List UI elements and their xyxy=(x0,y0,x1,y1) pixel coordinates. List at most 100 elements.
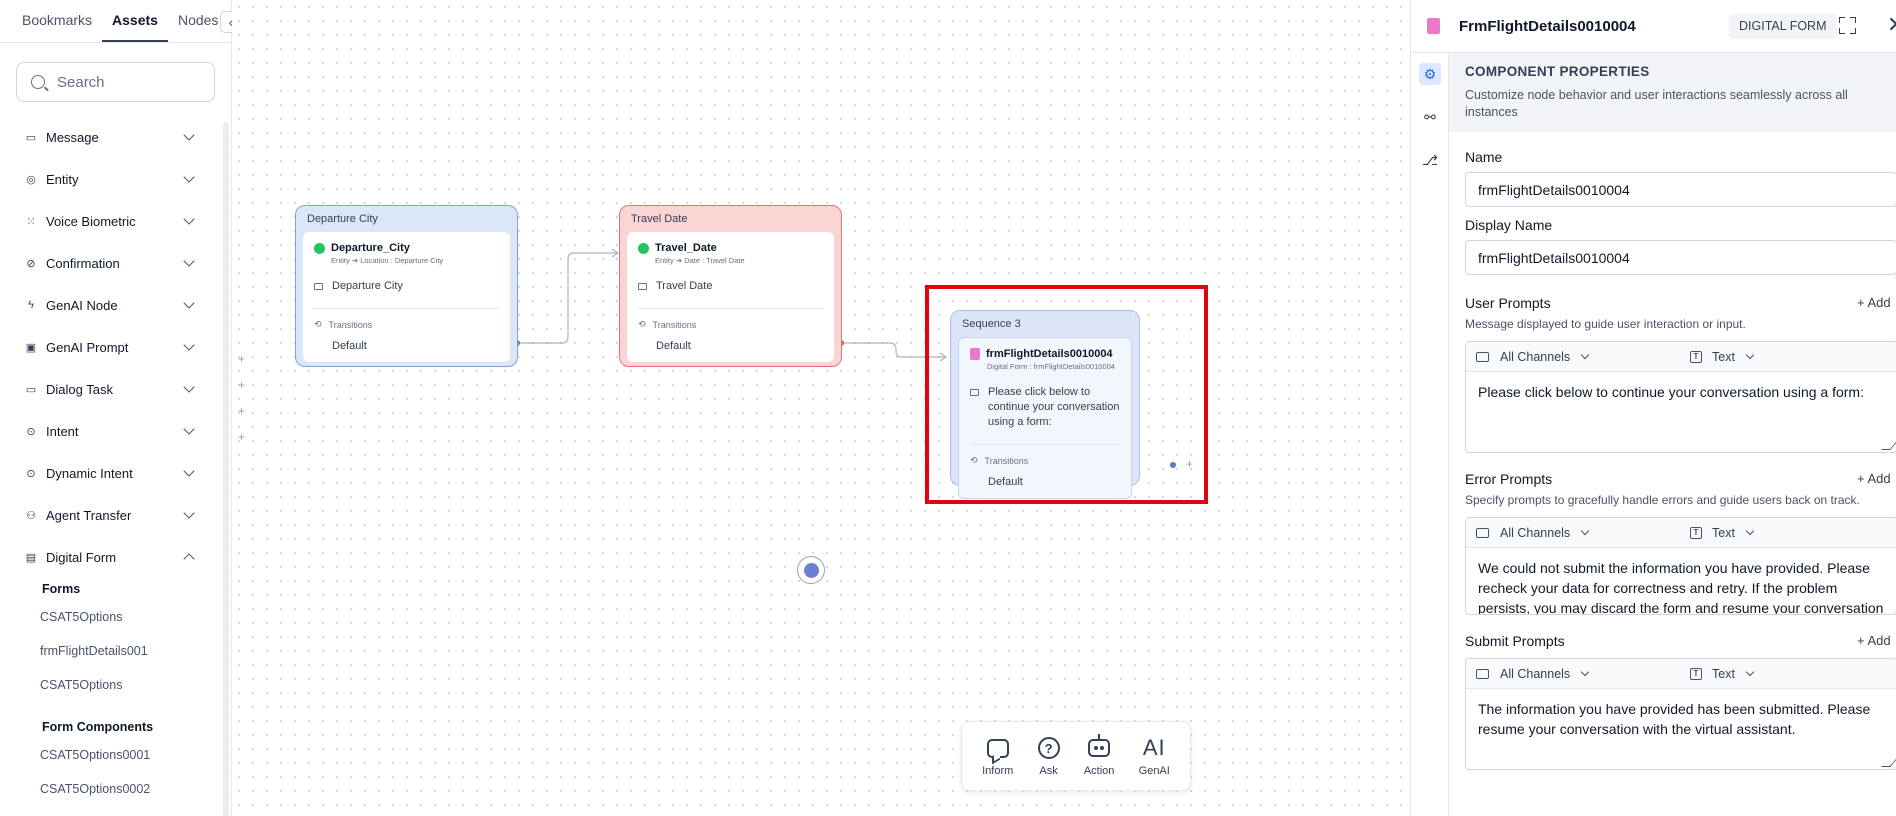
type-select[interactable]: T Text xyxy=(1690,349,1755,364)
toolbar-ask-button[interactable]: ? Ask xyxy=(1037,735,1060,777)
chevron-down-icon xyxy=(183,255,195,267)
submit-prompt-textarea[interactable]: The information you have provided has be… xyxy=(1466,689,1896,769)
genai-prompt-icon: ▣ xyxy=(25,341,37,354)
text-type-icon: T xyxy=(1690,526,1702,539)
node-travel-date[interactable]: Travel Date Travel_Date Entity ➔ Date : … xyxy=(619,205,842,367)
node-connectors xyxy=(514,248,1176,468)
toolbar-inform-button[interactable]: Inform xyxy=(982,735,1013,777)
sidebar-scrollbar[interactable] xyxy=(223,122,229,816)
node-title-text: Travel_Date xyxy=(655,242,717,254)
form-component-item[interactable]: CSAT5Options0001 xyxy=(0,738,223,772)
asset-category-list: ▭ Message ◎ Entity ⁙ Voice Biometric ⊘ Confi… xyxy=(0,116,223,816)
tab-bookmarks[interactable]: Bookmarks xyxy=(12,12,102,42)
type-select-label: Text xyxy=(1712,666,1735,681)
chevron-down-icon xyxy=(1745,350,1755,360)
node-departure-city[interactable]: Departure City Departure_City Entity ➔ L… xyxy=(295,205,518,367)
add-error-prompt-button[interactable]: + Add xyxy=(1857,471,1891,486)
node-prompt: Travel Date xyxy=(638,279,823,294)
add-submit-prompt-button[interactable]: + Add xyxy=(1857,633,1891,648)
ask-icon: ? xyxy=(1037,735,1060,761)
expand-icon[interactable] xyxy=(1839,17,1856,34)
form-item[interactable]: CSAT5Options xyxy=(0,668,223,702)
voice-biometric-icon: ⁙ xyxy=(26,215,36,228)
form-item[interactable]: CSAT5Options xyxy=(0,600,223,634)
error-prompt-textarea[interactable]: We could not submit the information you … xyxy=(1466,548,1896,614)
channel-select[interactable]: All Channels xyxy=(1500,526,1570,540)
chevron-down-icon xyxy=(1580,350,1590,360)
user-prompt-textarea[interactable]: Please click below to continue your conv… xyxy=(1466,372,1896,452)
display-name-label: Display Name xyxy=(1465,217,1553,233)
name-input[interactable] xyxy=(1465,172,1896,207)
display-name-field: Display Name xyxy=(1449,217,1896,275)
panel-header: FrmFlightDetails0010004 DIGITAL FORM ✕ xyxy=(1411,0,1896,53)
form-item[interactable]: frmFlightDetails001 xyxy=(0,634,223,668)
transitions-label: ⟲ Transitions xyxy=(314,319,499,330)
chevron-down-icon xyxy=(183,465,195,477)
chevron-down-icon xyxy=(1745,667,1755,677)
form-component-item[interactable]: CSAT5Options0002 xyxy=(0,772,223,806)
category-confirmation[interactable]: ⊘ Confirmation xyxy=(0,242,223,284)
submit-prompts-section: Submit Prompts + Add All Channels T Text … xyxy=(1449,633,1896,770)
user-prompts-title: User Prompts xyxy=(1465,295,1551,311)
digital-form-icon xyxy=(1427,18,1440,34)
toolbar-action-button[interactable]: Action xyxy=(1083,734,1115,777)
category-dialog-task[interactable]: ▭ Dialog Task xyxy=(0,368,223,410)
display-name-input[interactable] xyxy=(1465,240,1896,275)
type-select-label: Text xyxy=(1712,525,1735,540)
category-entity[interactable]: ◎ Entity xyxy=(0,158,223,200)
chevron-down-icon xyxy=(1580,667,1590,677)
category-message[interactable]: ▭ Message xyxy=(0,116,223,158)
node-path: Entity ➔ Date : Travel Date xyxy=(655,256,745,265)
node-path: Entity ➔ Location : Departure City xyxy=(331,256,444,265)
message-icon: ▭ xyxy=(25,131,37,144)
transitions-label: ⟲ Transitions xyxy=(638,319,823,330)
action-icon xyxy=(1088,734,1111,761)
chevron-down-icon xyxy=(183,339,195,351)
close-icon[interactable]: ✕ xyxy=(1887,12,1896,38)
category-agent-transfer[interactable]: ⚇ Agent Transfer xyxy=(0,494,223,536)
divider xyxy=(638,308,823,309)
inform-icon xyxy=(986,735,1009,761)
transition-default[interactable]: Default xyxy=(332,340,499,352)
toolbar-label: GenAI xyxy=(1138,765,1170,777)
flow-canvas[interactable]: + + + + + Departure City Departure_City … xyxy=(232,0,1410,816)
entity-icon: ◎ xyxy=(26,173,36,186)
divider xyxy=(314,308,499,309)
category-label: Voice Biometric xyxy=(46,213,136,229)
channel-select[interactable]: All Channels xyxy=(1500,350,1570,364)
section-title: COMPONENT PROPERTIES xyxy=(1465,64,1650,79)
error-prompts-description: Specify prompts to gracefully handle err… xyxy=(1465,493,1860,507)
type-select-label: Text xyxy=(1712,349,1735,364)
resize-handle-icon[interactable] xyxy=(1881,441,1896,450)
chevron-down-icon xyxy=(183,129,195,141)
error-prompt-editor: All Channels T Text We could not submit t… xyxy=(1465,517,1896,615)
form-component-item[interactable]: frmFlightDetails0010001 xyxy=(0,806,223,816)
resize-handle-icon[interactable] xyxy=(1881,758,1896,767)
flow-icon: ⎇ xyxy=(1421,151,1439,168)
chevron-down-icon xyxy=(1580,526,1590,536)
category-genai-prompt[interactable]: ▣ GenAI Prompt xyxy=(0,326,223,368)
start-node-pin[interactable] xyxy=(797,556,825,584)
channel-select[interactable]: All Channels xyxy=(1500,667,1570,681)
type-select[interactable]: T Text xyxy=(1690,666,1755,681)
rail-instance-button[interactable]: ⚯ xyxy=(1419,106,1441,128)
type-select[interactable]: T Text xyxy=(1690,525,1755,540)
rail-connections-button[interactable]: ⎇ xyxy=(1419,149,1441,171)
category-genai-node[interactable]: ϟ GenAI Node xyxy=(0,284,223,326)
section-description: Customize node behavior and user interac… xyxy=(1465,88,1848,119)
transition-default[interactable]: Default xyxy=(656,340,823,352)
category-digital-form[interactable]: ▤ Digital Form xyxy=(0,536,223,578)
component-properties-section: COMPONENT PROPERTIES Customize node beha… xyxy=(1449,53,1896,132)
category-intent[interactable]: ⊙ Intent xyxy=(0,410,223,452)
category-voice-biometric[interactable]: ⁙ Voice Biometric xyxy=(0,200,223,242)
tab-assets[interactable]: Assets xyxy=(102,12,168,42)
toolbar-label: Action xyxy=(1083,765,1115,777)
node-title: Departure_City xyxy=(314,242,499,254)
add-user-prompt-button[interactable]: + Add xyxy=(1857,295,1891,310)
toolbar-genai-button[interactable]: AI GenAI xyxy=(1139,735,1170,777)
genai-node-icon: ϟ xyxy=(28,299,34,311)
rail-settings-button[interactable]: ⚙ xyxy=(1419,63,1441,85)
search-input[interactable] xyxy=(57,73,197,91)
category-dynamic-intent[interactable]: ⊙ Dynamic Intent xyxy=(0,452,223,494)
user-prompt-editor: All Channels T Text Please click below to… xyxy=(1465,341,1896,453)
